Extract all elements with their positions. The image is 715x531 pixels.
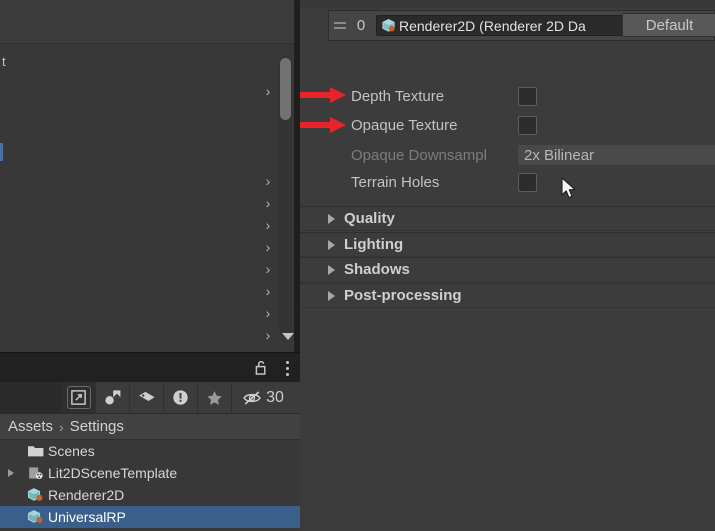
- left-panel-expand-chevron-7[interactable]: ›: [262, 306, 274, 321]
- left-panel-expand-chevron-8[interactable]: ›: [262, 328, 274, 343]
- chevron-right-icon[interactable]: [8, 469, 14, 477]
- scriptable-object-icon: [27, 509, 45, 525]
- breadcrumb-separator: ›: [59, 418, 64, 435]
- dropdown-opaque-downsampl[interactable]: 2x Bilinear: [518, 145, 715, 165]
- checkbox-terrain-holes[interactable]: [518, 172, 537, 192]
- filter-by-warning-button[interactable]: [164, 382, 198, 413]
- checkbox-depth-texture[interactable]: [518, 86, 537, 106]
- property-row: Terrain Holes: [300, 168, 715, 196]
- scriptable-object-icon: [27, 510, 43, 523]
- foldout-label: Shadows: [344, 261, 410, 278]
- property-label: Opaque Downsampl: [351, 146, 487, 164]
- property-row: Opaque Texture: [300, 111, 715, 139]
- breadcrumb-item-assets[interactable]: Assets: [8, 418, 53, 435]
- scriptable-object-icon: [27, 487, 45, 503]
- scriptable-object-icon: [27, 488, 43, 501]
- foldout-label: Lighting: [344, 236, 404, 253]
- left-panel-expand-chevron-6[interactable]: ›: [262, 284, 274, 299]
- tree-item-label: Renderer2D: [48, 487, 125, 503]
- hidden-items-count: 30: [266, 388, 284, 406]
- property-row: Depth Texture: [300, 82, 715, 110]
- prefab-filter-icon: [104, 390, 120, 405]
- default-renderer-button[interactable]: Default: [622, 13, 715, 37]
- breadcrumb-item-settings[interactable]: Settings: [70, 418, 124, 435]
- left-panel-header-strip: [0, 0, 300, 44]
- left-panel-scrollbar-track[interactable]: [279, 56, 292, 336]
- renderer-index-label: 0: [356, 17, 366, 34]
- left-panel-expand-chevron-1[interactable]: ›: [262, 174, 274, 189]
- left-panel-selection-marker: [0, 143, 3, 161]
- scroll-down-arrow-icon[interactable]: [282, 333, 294, 340]
- drag-handle-icon[interactable]: [329, 11, 351, 40]
- breadcrumb[interactable]: Assets › Settings: [0, 414, 300, 440]
- tree-row[interactable]: Renderer2D: [0, 484, 300, 506]
- folder-icon: [27, 443, 45, 459]
- label-tag-icon: [138, 391, 155, 401]
- foldout-label: Quality: [344, 210, 395, 227]
- left-panel-scrollbar-thumb[interactable]: [280, 58, 291, 120]
- folder-icon: [28, 446, 44, 457]
- left-panel-expand-chevron-0[interactable]: ›: [262, 84, 274, 99]
- property-label: Opaque Texture: [351, 116, 458, 134]
- project-panel-toolbar: 30: [0, 382, 300, 414]
- hidden-items-toggle[interactable]: 30: [232, 382, 294, 413]
- left-panel-clipped-text: t: [2, 54, 6, 69]
- scriptable-object-icon: [381, 18, 396, 33]
- tree-item-label: Scenes: [48, 443, 95, 459]
- project-panel: 30 Assets › Settings Scenes Lit2DSceneTem…: [0, 352, 300, 531]
- project-asset-tree: Scenes Lit2DSceneTemplate Renderer2D Univer…: [0, 440, 300, 531]
- foldout-lighting[interactable]: Lighting: [300, 232, 715, 257]
- left-panel-expand-chevron-5[interactable]: ›: [262, 262, 274, 277]
- eye-off-icon: [243, 390, 261, 405]
- search-input[interactable]: [0, 382, 62, 413]
- foldout-label: Post-processing: [344, 287, 462, 304]
- tree-row[interactable]: Lit2DSceneTemplate: [0, 462, 300, 484]
- unity-editor-window: t › › › › › › › › › 0 Renderer2D (Render…: [0, 0, 715, 531]
- warning-circle-icon: [173, 390, 188, 405]
- filter-by-label-button[interactable]: [130, 382, 164, 413]
- left-panel-expand-chevron-3[interactable]: ›: [262, 218, 274, 233]
- filter-by-favorite-button[interactable]: [198, 382, 232, 413]
- scene-template-icon: [29, 467, 43, 479]
- filter-by-prefab-button[interactable]: [96, 382, 130, 413]
- kebab-menu-icon[interactable]: [285, 361, 289, 376]
- lock-open-icon[interactable]: [255, 361, 268, 375]
- property-label: Terrain Holes: [351, 173, 440, 191]
- property-label: Depth Texture: [351, 87, 445, 105]
- tree-row[interactable]: Scenes: [0, 440, 300, 462]
- filter-by-type-button[interactable]: [62, 382, 96, 413]
- left-panel-expand-chevron-2[interactable]: ›: [262, 196, 274, 211]
- foldout-quality[interactable]: Quality: [300, 206, 715, 231]
- property-row: Opaque Downsampl 2x Bilinear: [300, 141, 715, 169]
- left-panel-expand-chevron-4[interactable]: ›: [262, 240, 274, 255]
- project-panel-titlebar: [0, 352, 300, 382]
- inspector-top-strip: [300, 0, 715, 8]
- checkbox-opaque-texture[interactable]: [518, 115, 537, 135]
- chevron-right-icon[interactable]: [328, 213, 335, 224]
- tree-item-label: UniversalRP: [48, 509, 126, 525]
- left-settings-panel[interactable]: t › › › › › › › › ›: [0, 0, 300, 352]
- scene-template-icon: [27, 465, 45, 481]
- chevron-right-icon[interactable]: [328, 290, 335, 301]
- tree-row[interactable]: UniversalRP: [0, 506, 300, 528]
- chevron-right-icon[interactable]: [328, 239, 335, 250]
- renderer-object-field-value: Renderer2D (Renderer 2D Da: [399, 17, 586, 34]
- renderer-object-field[interactable]: Renderer2D (Renderer 2D Da: [376, 15, 654, 36]
- star-icon: [207, 390, 222, 405]
- foldout-post-processing[interactable]: Post-processing: [300, 283, 715, 308]
- chevron-right-icon[interactable]: [328, 264, 335, 275]
- tree-item-label: Lit2DSceneTemplate: [48, 465, 178, 481]
- foldout-shadows[interactable]: Shadows: [300, 257, 715, 282]
- inspector-panel: 0 Renderer2D (Renderer 2D Da Default Dep…: [300, 0, 715, 531]
